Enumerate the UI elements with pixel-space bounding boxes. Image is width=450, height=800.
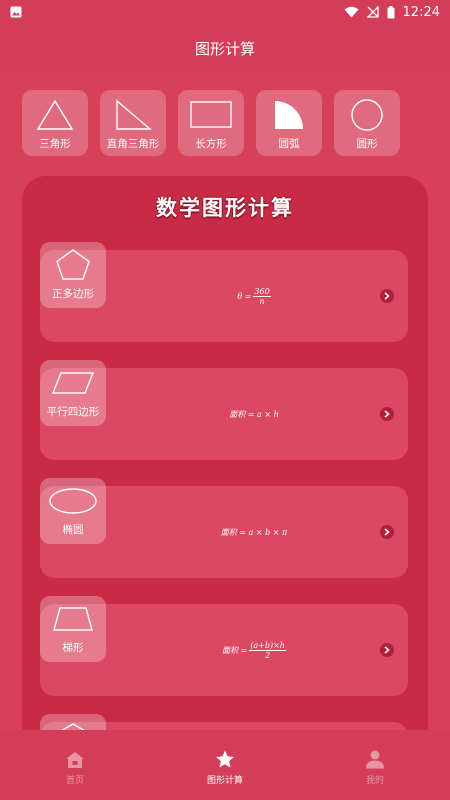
shape-tab-label: 三角形 <box>39 138 71 150</box>
battery-icon <box>387 5 395 18</box>
card-label: 椭圆 <box>62 524 84 536</box>
chevron-right-icon[interactable] <box>380 643 394 657</box>
shape-tab-label: 长方形 <box>195 138 227 150</box>
formula-fraction: (a+b)×h 2 <box>249 640 286 660</box>
nav-label: 首页 <box>65 775 84 786</box>
right-triangle-icon <box>116 99 152 130</box>
shape-tab-label: 圆形 <box>356 138 378 150</box>
nav-label: 我的 <box>365 776 384 786</box>
status-bar: 12:24 <box>0 0 450 24</box>
title-bar: 图形计算 <box>0 24 450 72</box>
image-notification-icon <box>10 6 22 18</box>
card-formula: 面积 = a × h <box>229 409 279 419</box>
no-signal-icon <box>366 6 379 18</box>
formula-card-trapezoid[interactable]: 梯形 面积 = (a+b)×h 2 <box>40 596 408 696</box>
star-icon <box>216 750 234 768</box>
chevron-right-icon[interactable] <box>380 289 394 303</box>
bottom-nav: 首页 图形计算 我的 <box>0 730 450 800</box>
shape-tab-arc[interactable]: 圆弧 <box>256 90 322 156</box>
card-formula: 面积 = a × b × π <box>220 527 288 537</box>
card-badge: 正多边形 <box>40 242 106 308</box>
formula-card-regular-polygon[interactable]: 正多边形 θ = 360 n <box>40 242 408 342</box>
pentagon-icon <box>56 249 90 280</box>
shape-tab-circle[interactable]: 圆形 <box>334 90 400 156</box>
shape-tab-triangle[interactable]: 三角形 <box>22 90 88 156</box>
triangle-icon <box>36 99 74 130</box>
circle-icon <box>351 99 383 131</box>
formula-panel: 数学图形计算 正多边形 θ = 360 n 平行四边形 面积 = a × h 椭… <box>22 176 428 800</box>
arc-icon <box>275 101 303 129</box>
formula-card-parallelogram[interactable]: 平行四边形 面积 = a × h <box>40 360 408 460</box>
card-badge: 梯形 <box>40 596 106 662</box>
chevron-right-icon[interactable] <box>380 525 394 539</box>
formula-fraction: 360 n <box>253 286 271 306</box>
home-icon <box>66 751 84 768</box>
status-time: 12:24 <box>402 4 440 20</box>
card-formula: θ = 360 n <box>237 286 271 306</box>
nav-profile[interactable]: 我的 <box>300 730 450 800</box>
chevron-right-icon[interactable] <box>380 407 394 421</box>
wifi-icon <box>344 6 359 18</box>
nav-label: 图形计算 <box>206 776 243 786</box>
user-icon <box>366 750 384 769</box>
card-badge: 椭圆 <box>40 478 106 544</box>
ellipse-icon <box>49 488 97 514</box>
parallelogram-icon <box>51 372 95 394</box>
shape-tab-rectangle[interactable]: 长方形 <box>178 90 244 156</box>
nav-home[interactable]: 首页 <box>0 730 150 800</box>
formula-card-ellipse[interactable]: 椭圆 面积 = a × b × π <box>40 478 408 578</box>
shape-tab-label: 直角三角形 <box>106 138 160 150</box>
trapezoid-icon <box>53 607 93 631</box>
page-title: 图形计算 <box>194 39 255 58</box>
card-label: 梯形 <box>62 642 84 654</box>
card-badge: 平行四边形 <box>40 360 106 426</box>
card-label: 平行四边形 <box>46 406 100 418</box>
rectangle-icon <box>190 101 232 128</box>
shape-tabs: 三角形 直角三角形 长方形 圆弧 圆形 <box>22 90 432 156</box>
shape-tab-label: 圆弧 <box>278 138 300 150</box>
shape-tab-right-triangle[interactable]: 直角三角形 <box>100 90 166 156</box>
nav-shape-calc[interactable]: 图形计算 <box>150 730 300 800</box>
panel-title: 数学图形计算 <box>156 196 294 220</box>
card-label: 正多边形 <box>52 288 94 300</box>
card-formula: 面积 = (a+b)×h 2 <box>222 640 286 660</box>
